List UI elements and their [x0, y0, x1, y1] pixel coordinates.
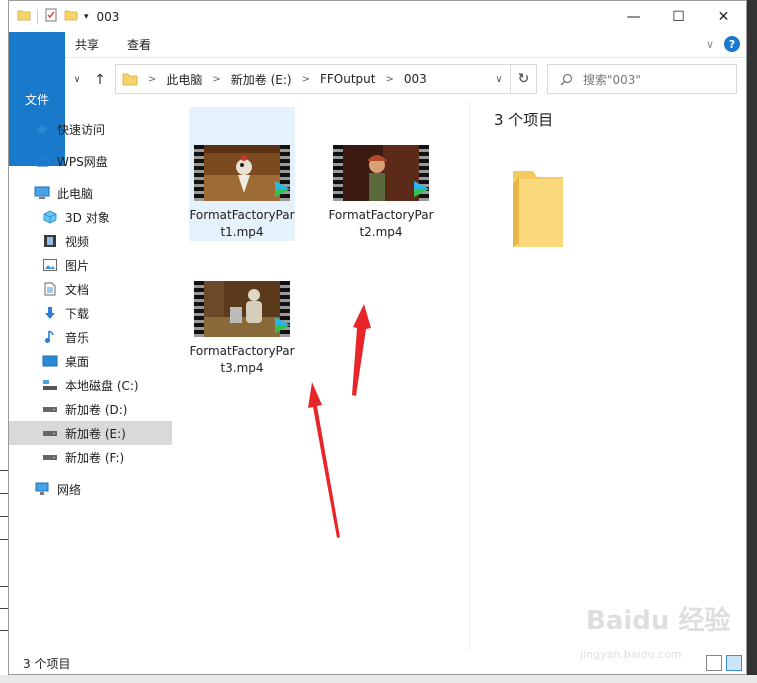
annotation-arrows: [308, 304, 371, 538]
annotation-arrow-icon: [308, 382, 340, 538]
annotation-arrow-icon: [352, 304, 371, 396]
watermark-url: jingyan.baidu.com: [580, 648, 682, 661]
watermark-logo: Baidu 经验: [586, 606, 731, 636]
